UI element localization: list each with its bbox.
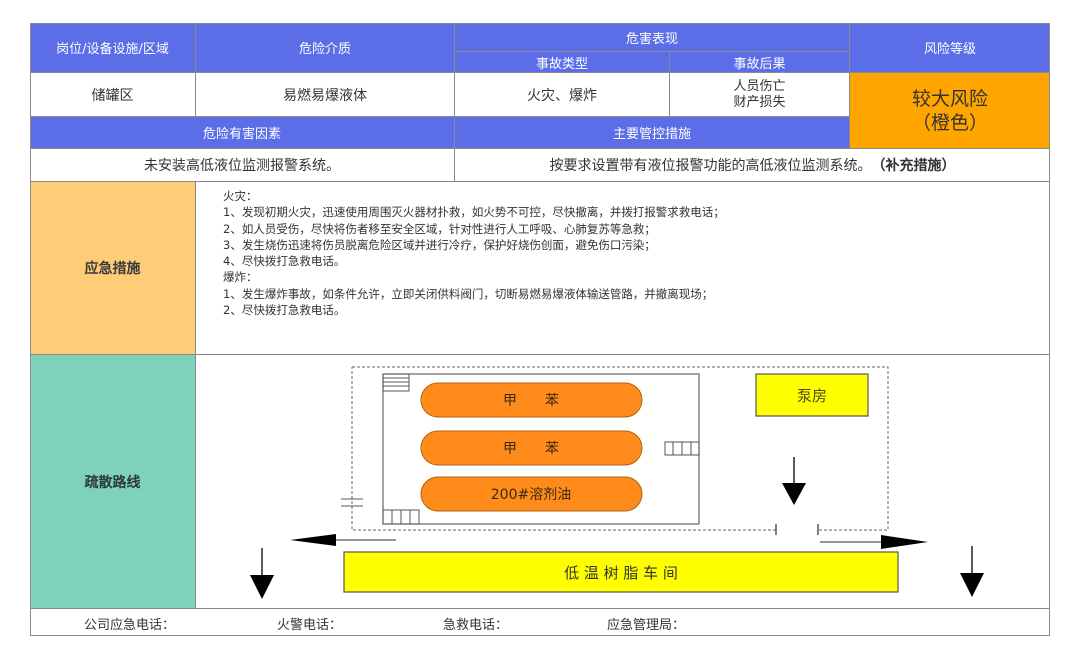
consequence-value: 人员伤亡 财产损失 [670,73,850,117]
risk-level-text: 较大风险 [911,87,988,110]
risk-level-badge: 较大风险 （橙色） [850,73,1050,149]
area-value: 储罐区 [30,73,196,117]
evac-arrow-left [290,534,396,546]
tank-label: 甲 苯 [503,392,559,409]
control-measure: 按要求设置带有液位报警功能的高低液位监测系统。 [549,158,872,174]
control-note: （补充措施） [871,158,956,174]
header-area: 岗位/设备设施/区域 [30,23,196,73]
emergency-label: 应急措施 [30,182,196,355]
measure-line: 爆炸： [223,270,258,285]
header-consequence: 事故后果 [670,52,850,73]
measure-line: 1、发现初期火灾，迅速使用周围灭火器材扑救，如火势不可控，尽快撤离，并拨打报警求… [223,205,725,220]
evacuation-label: 疏散路线 [30,355,196,609]
evac-arrow-down-center [782,457,806,505]
risk-notification-card: 岗位/设备设施/区域 危险介质 危害表现 事故类型 事故后果 风险等级 储罐区 … [30,23,1050,636]
risk-level-color: （橙色） [911,111,988,134]
tank-label: 甲 苯 [503,440,559,457]
accident-type-value: 火灾、爆炸 [455,73,670,117]
evac-arrow-down-left [250,548,274,599]
header-risk-level: 风险等级 [850,23,1050,73]
measure-line: 4、尽快拨打急救电话。 [223,254,346,269]
factor-text: 未安装高低液位监测报警系统。 [30,149,455,182]
header-medium: 危险介质 [196,23,455,73]
header-factors: 危险有害因素 [30,117,455,149]
ambulance-phone: 急救电话： [443,618,509,633]
measure-line: 1、发生爆炸事故，如条件允许，立即关闭供料阀门，切断易燃易爆液体输送管路，并撤离… [223,286,714,301]
measure-line: 火灾： [223,189,258,203]
header-hazard-group: 危害表现 [455,23,850,52]
evacuation-map: 甲 苯 甲 苯 200#溶剂油 泵房 低 温 树 脂 车 间 [196,355,1050,609]
consequence-line-2: 财产损失 [733,94,786,110]
evac-arrow-down-right [960,546,984,597]
evac-arrow-right [820,535,928,549]
workshop-label: 低 温 树 脂 车 间 [564,564,678,582]
measure-line: 2、如人员受伤，尽快将伤者移至安全区域，针对性进行人工呼吸、心肺复苏等急救； [223,221,656,236]
evacuation-diagram: 甲 苯 甲 苯 200#溶剂油 泵房 低 温 树 脂 车 间 [250,366,984,599]
header-accident-type: 事故类型 [455,52,670,73]
measure-line: 3、发生烧伤迅速将伤员脱离危险区域并进行冷疗，保护好烧伤创面，避免伤口污染； [223,237,656,252]
header-controls: 主要管控措施 [455,117,850,149]
company-emergency-phone: 公司应急电话： [84,618,176,633]
consequence-line-1: 人员伤亡 [733,78,786,94]
measure-line: 2、尽快拨打急救电话。 [223,303,346,318]
emergency-management-bureau: 应急管理局： [607,618,686,633]
medium-value: 易燃易爆液体 [196,73,455,117]
tank-label: 200#溶剂油 [491,487,571,503]
fire-phone: 火警电话： [277,618,343,633]
emergency-contacts: 公司应急电话： 火警电话： 急救电话： 应急管理局： [30,609,1050,636]
pump-house-label: 泵房 [797,387,827,405]
emergency-measures: 火灾： 1、发现初期火灾，迅速使用周围灭火器材扑救，如火势不可控，尽快撤离，并拨… [196,182,1050,355]
control-text: 按要求设置带有液位报警功能的高低液位监测系统。 （补充措施） [455,149,1050,182]
